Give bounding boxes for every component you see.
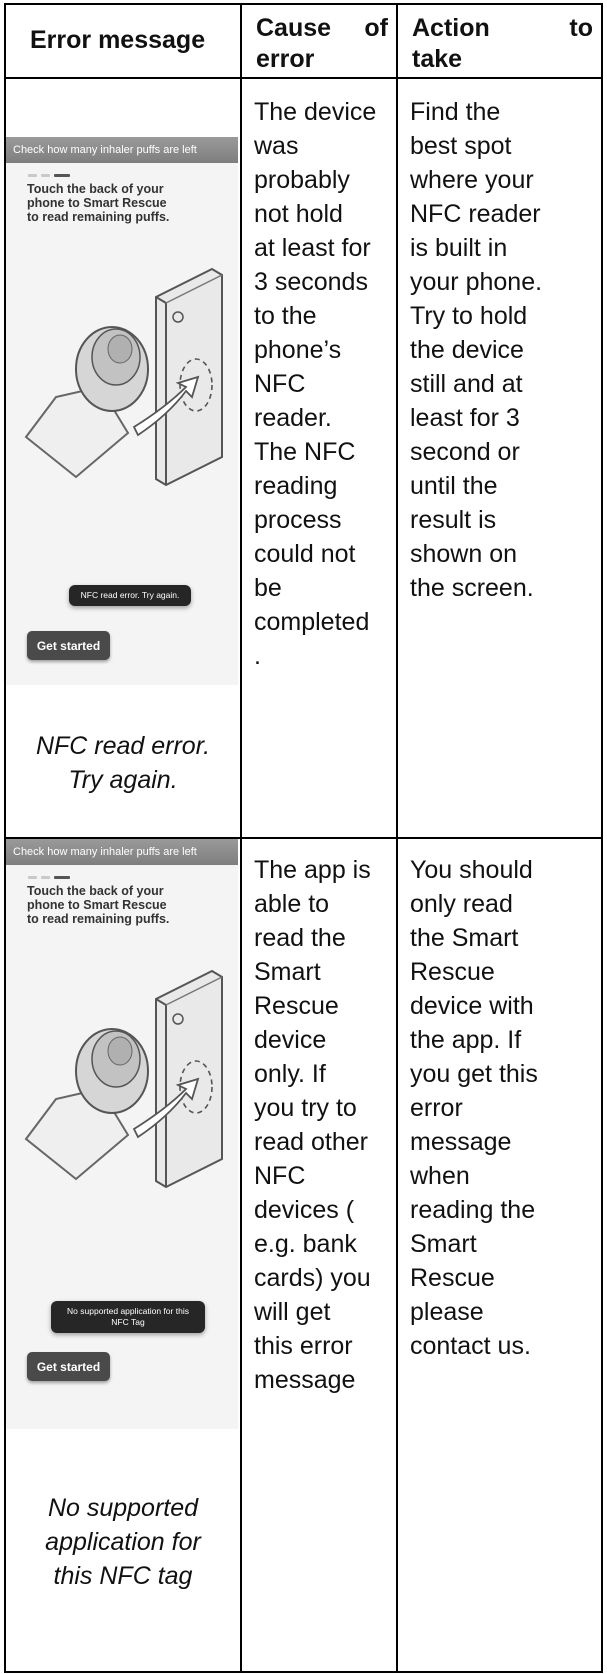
cause-cell: The device was probably not hold at leas…	[240, 77, 398, 839]
inhaler-phone-illustration	[24, 267, 223, 487]
cause-cell: The app is able to read the Smart Rescue…	[240, 837, 398, 1673]
progress-dots	[28, 174, 70, 177]
error-screenshot-cell: Check how many inhaler puffs are left To…	[4, 77, 242, 839]
phone-icon	[155, 267, 223, 487]
phone-icon	[155, 969, 223, 1189]
error-caption: No supported application for this NFC ta…	[45, 1494, 201, 1590]
table-row: Check how many inhaler puffs are left To…	[4, 77, 603, 839]
cause-text: The app is able to read the Smart Rescue…	[254, 856, 371, 1394]
get-started-button[interactable]: Get started	[27, 631, 110, 660]
app-title-bar: Check how many inhaler puffs are left	[6, 137, 238, 163]
phone-screenshot: Check how many inhaler puffs are left To…	[6, 137, 238, 685]
cause-text: The device was probably not hold at leas…	[254, 98, 377, 670]
inhaler-phone-illustration	[24, 969, 223, 1189]
header-action-line1-wrap: Action to	[412, 13, 593, 44]
header-action: Action to take	[396, 3, 603, 79]
action-text: You should only read the Smart Rescue de…	[410, 856, 538, 1360]
instruction-text: Touch the back of your phone to Smart Re…	[27, 884, 170, 926]
header-cause: Cause of error	[240, 3, 398, 79]
action-cell: Find the best spot where your NFC reader…	[396, 77, 603, 839]
header-error-message: Error message	[4, 3, 242, 79]
header-cause-line1b: of	[364, 14, 388, 42]
error-caption: NFC read error. Try again.	[35, 732, 211, 794]
header-cause-line1-wrap: Cause of	[256, 13, 388, 44]
header-action-line1: Action	[412, 14, 490, 42]
inhaler-icon	[24, 326, 149, 479]
action-cell: You should only read the Smart Rescue de…	[396, 837, 603, 1673]
app-title-bar: Check how many inhaler puffs are left	[6, 839, 238, 865]
progress-dots	[28, 876, 70, 879]
error-table: Error message Cause of error Action to t…	[4, 3, 603, 1673]
error-screenshot-cell: Check how many inhaler puffs are left To…	[4, 837, 242, 1673]
error-toast: NFC read error. Try again.	[69, 585, 191, 606]
header-cause-line1: Cause	[256, 14, 332, 42]
header-row: Error message Cause of error Action to t…	[4, 3, 603, 79]
action-text: Find the best spot where your NFC reader…	[410, 98, 543, 602]
error-toast: No supported application for this NFC Ta…	[51, 1301, 205, 1333]
table-row: Check how many inhaler puffs are left To…	[4, 837, 603, 1673]
inhaler-icon	[24, 1028, 149, 1181]
instruction-text: Touch the back of your phone to Smart Re…	[27, 182, 170, 224]
get-started-button[interactable]: Get started	[27, 1352, 110, 1381]
header-cause-line2: error	[256, 45, 315, 73]
header-action-line1b: to	[569, 14, 593, 42]
phone-screenshot: Check how many inhaler puffs are left To…	[6, 839, 238, 1429]
header-action-line2: take	[412, 45, 463, 73]
